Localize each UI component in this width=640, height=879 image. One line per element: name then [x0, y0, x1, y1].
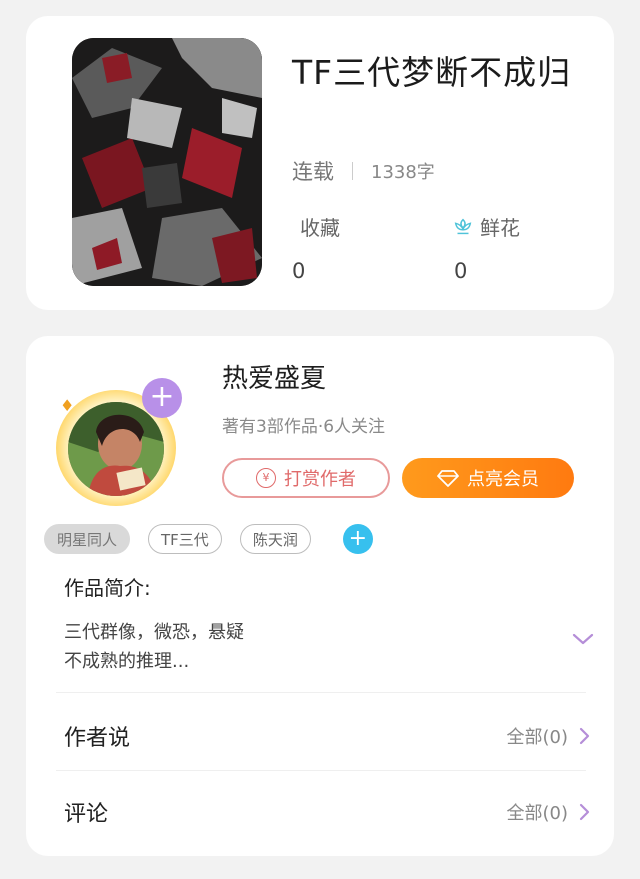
- tag-item[interactable]: 陈天润: [239, 524, 311, 554]
- intro-line: 三代群像，微恐，悬疑: [64, 622, 244, 643]
- author-card: ♦ + 热爱盛夏 著有3部作品·6人关注 ¥ 打赏作者 点亮会员 明星同人 TF…: [26, 336, 614, 856]
- flower-icon: [454, 218, 472, 234]
- author-says-more[interactable]: 全部(0): [507, 723, 591, 749]
- comments-row[interactable]: 评论 全部(0): [64, 796, 590, 828]
- divider: [56, 770, 586, 771]
- lantern-deco-icon: ♦: [60, 396, 75, 415]
- favorites-count: 0: [292, 259, 306, 283]
- book-meta: 连载 1338字: [292, 156, 435, 186]
- serial-status: 连载: [292, 160, 334, 184]
- cover-art: [72, 38, 262, 286]
- book-title: TF三代梦断不成归: [292, 53, 572, 92]
- activate-vip-button[interactable]: 点亮会员: [402, 458, 574, 498]
- meta-divider: [352, 162, 353, 180]
- activate-vip-label: 点亮会员: [467, 469, 539, 490]
- diamond-icon: [437, 470, 459, 487]
- author-says-row[interactable]: 作者说 全部(0): [64, 720, 590, 752]
- author-name[interactable]: 热爱盛夏: [222, 358, 326, 395]
- flowers-stat[interactable]: 鲜花 0: [452, 212, 520, 283]
- intro-line: 不成熟的推理...: [64, 651, 190, 672]
- coin-icon: ¥: [256, 468, 276, 488]
- author-says-title: 作者说: [64, 726, 131, 751]
- book-cover-image[interactable]: [72, 38, 262, 286]
- divider: [56, 692, 586, 693]
- chevron-right-icon: [579, 727, 590, 745]
- chevron-right-icon: [579, 803, 590, 821]
- comments-title: 评论: [64, 802, 109, 827]
- tag-item[interactable]: TF三代: [148, 524, 222, 554]
- flowers-count: 0: [454, 259, 468, 283]
- comments-more[interactable]: 全部(0): [507, 799, 591, 825]
- add-tag-button[interactable]: +: [342, 524, 373, 554]
- author-says-count: 全部(0): [506, 727, 569, 748]
- intro-text[interactable]: 三代群像，微恐，悬疑 不成熟的推理...: [64, 618, 504, 676]
- flowers-label: 鲜花: [480, 216, 520, 240]
- favorites-label: 收藏: [300, 216, 340, 240]
- tip-author-button[interactable]: ¥ 打赏作者: [222, 458, 390, 498]
- favorites-stat[interactable]: 收藏 0: [292, 212, 340, 283]
- book-info-card: TF三代梦断不成归 连载 1338字 收藏 0 鲜花 0: [26, 16, 614, 310]
- tag-category[interactable]: 明星同人: [44, 524, 131, 554]
- avatar-image: [68, 402, 164, 496]
- tag-list: 明星同人 TF三代 陈天润 +: [44, 524, 373, 554]
- comments-count: 全部(0): [506, 803, 569, 824]
- word-count: 1338字: [371, 162, 435, 183]
- author-works-followers: 著有3部作品·6人关注: [222, 417, 386, 437]
- follow-author-button[interactable]: +: [142, 378, 182, 418]
- tip-author-label: 打赏作者: [284, 469, 356, 490]
- intro-heading: 作品简介:: [64, 576, 151, 600]
- chevron-down-icon[interactable]: [572, 632, 594, 646]
